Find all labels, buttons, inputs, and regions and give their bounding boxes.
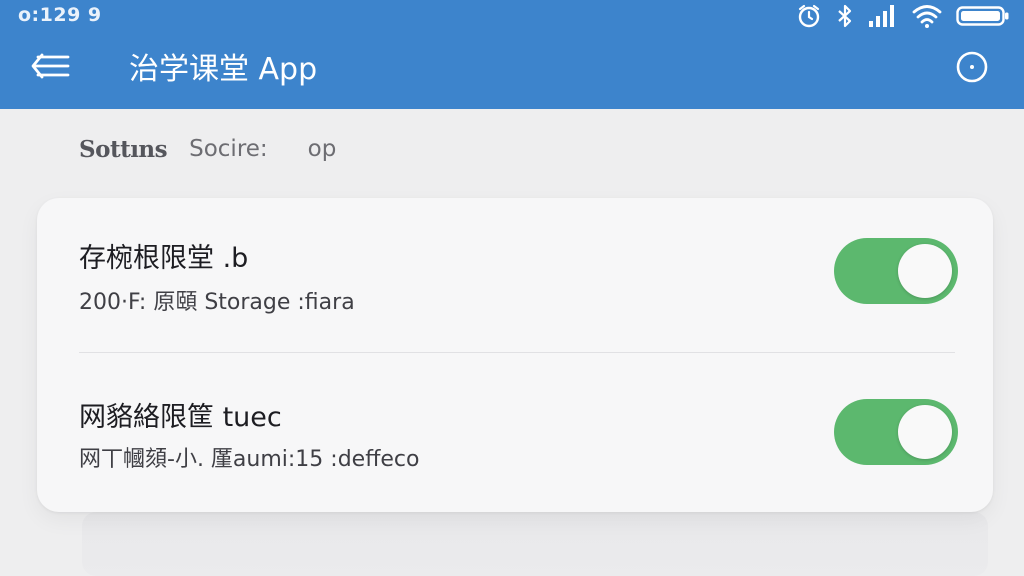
app-title: 治学课堂 App: [129, 52, 318, 87]
setting-row-storage[interactable]: 存椀根限堂 .b 200·F: 原頤 Storage :fiara: [37, 198, 993, 348]
breadcrumb-item-source[interactable]: Socire:: [189, 136, 268, 163]
back-menu-icon: [30, 49, 72, 87]
breadcrumb-item-settings[interactable]: Sottıns: [79, 136, 168, 163]
status-icons: [796, 3, 1010, 29]
card-backdrop: [82, 512, 988, 576]
status-time: o:129 9: [18, 4, 102, 26]
network-toggle[interactable]: [834, 399, 958, 465]
settings-card: 存椀根限堂 .b 200·F: 原頤 Storage :fiara 网貉絡限筐 …: [37, 198, 993, 512]
breadcrumb: Sottıns Socire: op: [79, 136, 336, 163]
setting-description: 网丅幗頦-小. 厪aumi:15 :deffeco: [79, 447, 420, 472]
signal-icon: [868, 4, 898, 28]
wifi-icon: [912, 4, 942, 28]
toggle-knob: [898, 405, 952, 459]
battery-icon: [956, 4, 1010, 28]
storage-toggle[interactable]: [834, 238, 958, 304]
toggle-knob: [898, 244, 952, 298]
back-button[interactable]: [30, 50, 72, 86]
alarm-icon: [796, 3, 822, 29]
setting-description: 200·F: 原頤 Storage :fiara: [79, 290, 355, 315]
divider: [79, 352, 955, 353]
breadcrumb-item-op[interactable]: op: [308, 136, 337, 163]
setting-row-network[interactable]: 网貉絡限筐 tuec 网丅幗頦-小. 厪aumi:15 :deffeco: [37, 355, 993, 505]
setting-title: 存椀根限堂 .b: [79, 243, 249, 274]
bluetooth-icon: [836, 3, 854, 29]
circle-icon: [955, 50, 989, 88]
app-bar: o:129 9 治学课堂 App: [0, 0, 1024, 109]
setting-title: 网貉絡限筐 tuec: [79, 402, 282, 433]
more-button[interactable]: [954, 51, 990, 87]
